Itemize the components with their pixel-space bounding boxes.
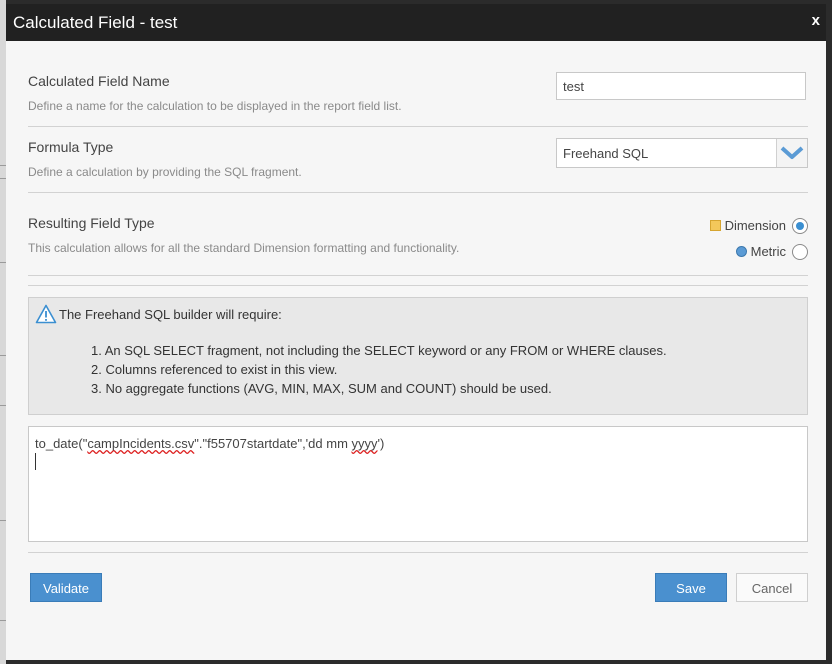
dimension-swatch-icon: [709, 220, 721, 232]
requirements-list: 1. An SQL SELECT fragment, not including…: [91, 341, 667, 398]
separator: [28, 275, 808, 276]
field-name-label: Calculated Field Name: [28, 73, 170, 89]
chevron-down-icon[interactable]: [776, 139, 807, 167]
separator: [28, 552, 808, 553]
warning-icon: [35, 304, 57, 329]
metric-option-label: Metric: [750, 244, 786, 260]
formula-type-select[interactable]: Freehand SQL: [556, 138, 808, 168]
info-title: The Freehand SQL builder will require:: [59, 307, 282, 322]
metric-radio[interactable]: [792, 243, 808, 260]
formula-type-description: Define a calculation by providing the SQ…: [28, 165, 302, 179]
result-type-label: Resulting Field Type: [28, 215, 155, 231]
sql-code[interactable]: to_date("campIncidents.csv"."f55707start…: [35, 436, 384, 451]
dimension-option-label: Dimension: [724, 218, 786, 234]
separator: [28, 192, 808, 193]
cancel-button[interactable]: Cancel: [736, 573, 808, 602]
code-text: "."f55707startdate",'dd mm: [194, 436, 352, 451]
close-icon[interactable]: x: [812, 12, 820, 29]
formula-type-label: Formula Type: [28, 139, 114, 155]
field-name-input[interactable]: [556, 72, 806, 100]
text-caret: [35, 453, 36, 470]
list-item: 3. No aggregate functions (AVG, MIN, MAX…: [91, 381, 552, 396]
list-item: 1. An SQL SELECT fragment, not including…: [91, 343, 667, 358]
formula-type-value: Freehand SQL: [563, 146, 649, 161]
dialog-titlebar: Calculated Field - test x: [6, 4, 826, 41]
metric-option[interactable]: Metric: [735, 243, 808, 261]
save-button[interactable]: Save: [655, 573, 727, 602]
metric-swatch-icon: [735, 246, 747, 258]
result-type-description: This calculation allows for all the stan…: [28, 241, 460, 255]
freehand-sql-info: The Freehand SQL builder will require: 1…: [28, 297, 808, 415]
code-text: to_date(": [35, 436, 88, 451]
code-text: '): [377, 436, 385, 451]
separator: [28, 126, 808, 127]
list-item: 2. Columns referenced to exist in this v…: [91, 362, 338, 377]
field-name-description: Define a name for the calculation to be …: [28, 99, 402, 113]
separator: [28, 285, 808, 286]
code-text-misspelled: campIncidents.csv: [87, 436, 195, 451]
code-text-misspelled: yyyy: [351, 436, 378, 451]
calculated-field-dialog: Calculated Field - test x Calculated Fie…: [6, 4, 826, 660]
dimension-radio[interactable]: [792, 217, 808, 234]
validate-button[interactable]: Validate: [30, 573, 102, 602]
dimension-option[interactable]: Dimension: [709, 217, 808, 235]
sql-editor[interactable]: to_date("campIncidents.csv"."f55707start…: [28, 426, 808, 542]
dialog-title: Calculated Field - test: [13, 13, 178, 32]
